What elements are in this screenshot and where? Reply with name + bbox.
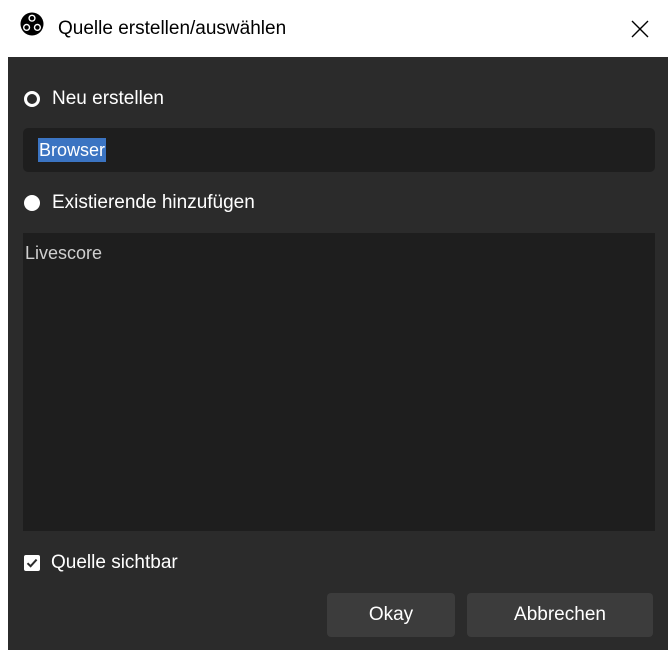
source-name-input[interactable]: Browser	[23, 128, 655, 172]
radio-selected-icon[interactable]	[24, 91, 40, 107]
radio-add-existing-label: Existierende hinzufügen	[52, 192, 255, 213]
existing-sources-list[interactable]: Livescore	[23, 233, 655, 531]
dialog-body: Neu erstellen Browser Existierende hinzu…	[8, 57, 668, 650]
radio-create-new[interactable]: Neu erstellen	[24, 86, 164, 112]
window-title: Quelle erstellen/auswählen	[58, 18, 287, 39]
radio-add-existing[interactable]: Existierende hinzufügen	[24, 190, 255, 216]
source-visible-checkbox[interactable]: Quelle sichtbar	[24, 551, 178, 575]
obs-logo-icon	[20, 12, 44, 36]
cancel-button[interactable]: Abbrechen	[467, 593, 653, 637]
radio-create-new-label: Neu erstellen	[52, 88, 164, 109]
list-item[interactable]: Livescore	[23, 243, 102, 264]
radio-unselected-icon[interactable]	[24, 195, 40, 211]
title-bar[interactable]: Quelle erstellen/auswählen	[0, 0, 668, 57]
source-dialog: Quelle erstellen/auswählen Neu erstellen…	[0, 0, 668, 650]
source-name-value: Browser	[38, 138, 107, 162]
source-visible-label: Quelle sichtbar	[51, 552, 178, 573]
close-button[interactable]	[612, 0, 668, 57]
close-icon	[631, 20, 649, 37]
checkmark-icon[interactable]	[24, 555, 40, 571]
okay-button[interactable]: Okay	[327, 593, 455, 637]
